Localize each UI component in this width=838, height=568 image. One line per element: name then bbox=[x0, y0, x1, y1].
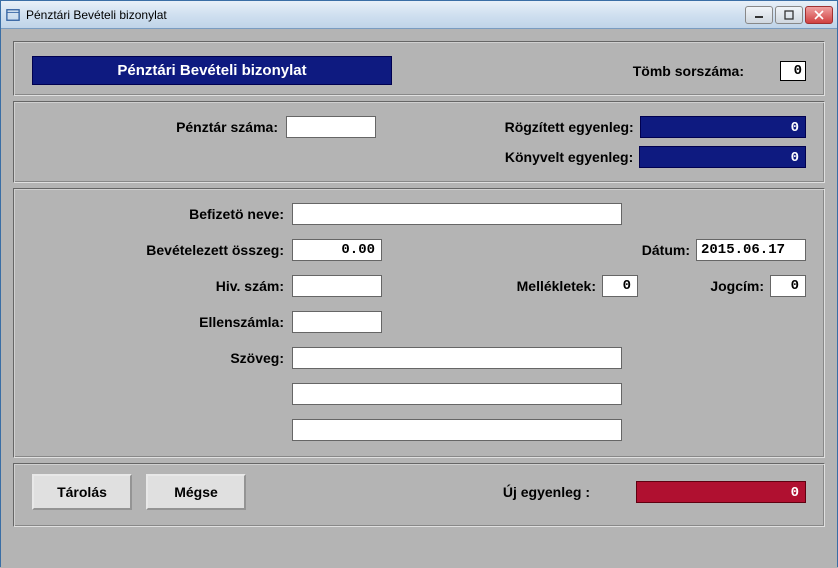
datum-label: Dátum: bbox=[642, 242, 696, 258]
window: Pénztári Bevételi bizonylat Pénztári Bev… bbox=[0, 0, 838, 567]
mellekletek-label: Mellékletek: bbox=[452, 278, 602, 294]
titlebar: Pénztári Bevételi bizonylat bbox=[1, 1, 837, 29]
datum-input[interactable] bbox=[696, 239, 806, 261]
window-title: Pénztári Bevételi bizonylat bbox=[26, 8, 745, 22]
szoveg-label: Szöveg: bbox=[32, 350, 292, 366]
befizeto-neve-label: Befizetö neve: bbox=[32, 206, 292, 222]
client-area: Pénztári Bevételi bizonylat Tömb sorszám… bbox=[1, 29, 837, 568]
tomb-sorszama-label: Tömb sorszáma: bbox=[633, 63, 750, 79]
balances-panel: Pénztár száma: Rögzített egyenleg: 0 Kön… bbox=[13, 101, 825, 183]
szoveg-input-1[interactable] bbox=[292, 347, 622, 369]
rogzitett-egyenleg-value: 0 bbox=[640, 116, 806, 138]
jogcim-label: Jogcím: bbox=[710, 278, 770, 294]
ellenszamla-label: Ellenszámla: bbox=[32, 314, 292, 330]
uj-egyenleg-label: Új egyenleg : bbox=[503, 484, 596, 500]
rogzitett-egyenleg-label: Rögzített egyenleg: bbox=[464, 119, 640, 135]
penztar-szama-input[interactable] bbox=[286, 116, 376, 138]
tomb-sorszama-value: 0 bbox=[780, 61, 806, 81]
konyvelt-egyenleg-value: 0 bbox=[639, 146, 806, 168]
szoveg-input-3[interactable] bbox=[292, 419, 622, 441]
befizeto-neve-input[interactable] bbox=[292, 203, 622, 225]
ellenszamla-input[interactable] bbox=[292, 311, 382, 333]
jogcim-input[interactable] bbox=[770, 275, 806, 297]
maximize-button[interactable] bbox=[775, 6, 803, 24]
header-panel: Pénztári Bevételi bizonylat Tömb sorszám… bbox=[13, 41, 825, 96]
window-controls bbox=[745, 6, 833, 24]
form-title: Pénztári Bevételi bizonylat bbox=[32, 56, 392, 85]
hiv-szam-label: Hiv. szám: bbox=[32, 278, 292, 294]
app-icon bbox=[5, 7, 21, 23]
form-panel: Befizetö neve: Bevételezett összeg: Dátu… bbox=[13, 188, 825, 458]
mellekletek-input[interactable] bbox=[602, 275, 638, 297]
megse-button[interactable]: Mégse bbox=[146, 474, 246, 510]
uj-egyenleg-value: 0 bbox=[636, 481, 806, 503]
footer-panel: Tárolás Mégse Új egyenleg : 0 bbox=[13, 463, 825, 527]
hiv-szam-input[interactable] bbox=[292, 275, 382, 297]
szoveg-input-2[interactable] bbox=[292, 383, 622, 405]
minimize-button[interactable] bbox=[745, 6, 773, 24]
bevetelezett-osszeg-input[interactable] bbox=[292, 239, 382, 261]
konyvelt-egyenleg-label: Könyvelt egyenleg: bbox=[463, 149, 639, 165]
close-button[interactable] bbox=[805, 6, 833, 24]
bevetelezett-osszeg-label: Bevételezett összeg: bbox=[32, 242, 292, 258]
penztar-szama-label: Pénztár száma: bbox=[32, 119, 286, 135]
tarolas-button[interactable]: Tárolás bbox=[32, 474, 132, 510]
